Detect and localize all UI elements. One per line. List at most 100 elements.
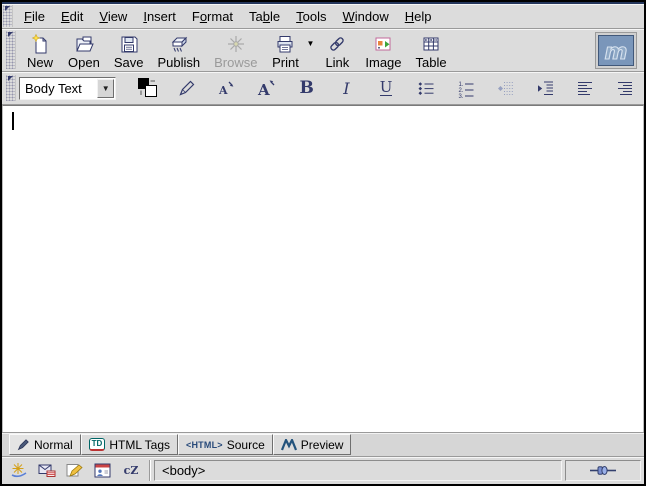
increase-font-size-button[interactable]: A (251, 75, 284, 102)
composer-window: File Edit View Insert Format Table Tools… (0, 0, 646, 486)
table-icon (420, 32, 442, 55)
normal-pen-icon (17, 438, 30, 451)
publish-icon (168, 32, 190, 55)
menu-file[interactable]: File (16, 5, 53, 28)
open-folder-icon (73, 32, 95, 55)
toolbar-button-label: Save (114, 55, 144, 70)
mail-launcher[interactable] (33, 460, 61, 482)
tab-label: Source (227, 438, 265, 452)
menu-label: F (24, 9, 32, 24)
main-toolbar-grippy[interactable] (6, 31, 16, 69)
statusbar-separator (149, 460, 150, 481)
highlight-color-button[interactable] (171, 75, 204, 102)
status-bar: cZ <body> (2, 456, 644, 484)
svg-text:3.: 3. (458, 94, 463, 98)
italic-icon: I (343, 79, 349, 98)
menu-tools[interactable]: Tools (288, 5, 334, 28)
paragraph-style-select[interactable]: Body Text ▼ (19, 77, 116, 100)
navigator-launcher[interactable] (5, 460, 33, 482)
publish-button[interactable]: Publish (150, 30, 207, 70)
tab-label: Preview (301, 438, 344, 452)
chatzilla-launcher[interactable]: cZ (117, 460, 145, 482)
larger-text-icon: A (256, 78, 278, 98)
toolbar-button-label: Image (365, 55, 401, 70)
menu-label: rmat (207, 9, 233, 24)
structure-bar[interactable]: <body> (154, 460, 562, 481)
text-color-picker[interactable] (131, 75, 164, 102)
link-icon (326, 32, 348, 55)
smaller-text-icon: A (216, 78, 238, 98)
menu-label: ools (303, 9, 327, 24)
menu-label: b (263, 9, 270, 24)
menu-window[interactable]: Window (335, 5, 397, 28)
menu-label: iew (108, 9, 128, 24)
format-toolbar-grippy[interactable] (6, 75, 16, 101)
new-button[interactable]: New (19, 30, 61, 70)
underline-icon: U (380, 80, 393, 97)
addressbook-icon (94, 463, 112, 478)
svg-text:A: A (218, 84, 228, 97)
menu-label: o (200, 9, 207, 24)
image-button[interactable]: Image (358, 30, 408, 70)
bullet-list-button[interactable] (410, 75, 443, 102)
outdent-button (489, 75, 522, 102)
open-button[interactable]: Open (61, 30, 107, 70)
numbered-list-button[interactable]: 1.2.3. (449, 75, 482, 102)
tab-source[interactable]: <HTML> Source (178, 434, 273, 455)
menu-insert[interactable]: Insert (135, 5, 184, 28)
toolbar-button-label: Link (325, 55, 349, 70)
underline-button[interactable]: U (370, 75, 403, 102)
menu-label: le (270, 9, 280, 24)
addressbook-launcher[interactable] (89, 460, 117, 482)
toolbar-button-label: Table (416, 55, 447, 70)
menu-label: F (192, 9, 200, 24)
menu-table[interactable]: Table (241, 5, 288, 28)
tab-preview[interactable]: Preview (273, 434, 352, 455)
navigator-icon (10, 462, 28, 479)
menubar-grippy[interactable] (3, 5, 13, 27)
menu-label: nsert (147, 9, 176, 24)
print-button[interactable]: Print (264, 30, 306, 70)
numbered-list-icon: 1.2.3. (456, 78, 476, 98)
tag-breadcrumb[interactable]: <body> (162, 463, 205, 478)
composer-launcher[interactable] (61, 460, 89, 482)
paragraph-style-value: Body Text (25, 81, 82, 96)
toolbar-button-label: New (27, 55, 53, 70)
bold-button[interactable]: B (290, 75, 323, 102)
indent-button[interactable] (529, 75, 562, 102)
menu-label: elp (414, 9, 431, 24)
decrease-indent-icon (495, 78, 515, 98)
editor-canvas[interactable] (2, 105, 644, 432)
save-button[interactable]: Save (107, 30, 151, 70)
link-button[interactable]: Link (316, 30, 358, 70)
tab-label: HTML Tags (109, 438, 170, 452)
menu-format[interactable]: Format (184, 5, 241, 28)
menu-label: indow (355, 9, 389, 24)
bullet-list-icon (416, 78, 436, 98)
tab-html-tags[interactable]: TD HTML Tags (81, 434, 178, 455)
tab-normal[interactable]: Normal (9, 434, 81, 455)
menu-label: E (61, 9, 70, 24)
combo-dropdown-arrow-icon[interactable]: ▼ (97, 79, 114, 98)
table-button[interactable]: Table (409, 30, 454, 70)
text-caret (12, 112, 14, 130)
italic-button[interactable]: I (330, 75, 363, 102)
mozilla-throbber[interactable]: m (598, 35, 634, 66)
increase-indent-icon (535, 78, 555, 98)
align-right-button[interactable] (608, 75, 641, 102)
save-floppy-icon (118, 32, 140, 55)
menu-help[interactable]: Help (397, 5, 440, 28)
print-dropdown-arrow[interactable]: ▼ (306, 39, 314, 48)
new-page-icon (29, 32, 51, 55)
online-plug-icon (589, 464, 617, 477)
menu-view[interactable]: View (91, 5, 135, 28)
menu-label: V (99, 9, 107, 24)
align-left-button[interactable] (569, 75, 602, 102)
online-status-panel[interactable] (565, 460, 641, 481)
svg-text:A: A (257, 81, 270, 98)
menu-edit[interactable]: Edit (53, 5, 91, 28)
toolbar-button-label: Publish (157, 55, 200, 70)
menu-bar: File Edit View Insert Format Table Tools… (2, 4, 644, 29)
decrease-font-size-button[interactable]: A (211, 75, 244, 102)
browse-icon (225, 32, 247, 55)
